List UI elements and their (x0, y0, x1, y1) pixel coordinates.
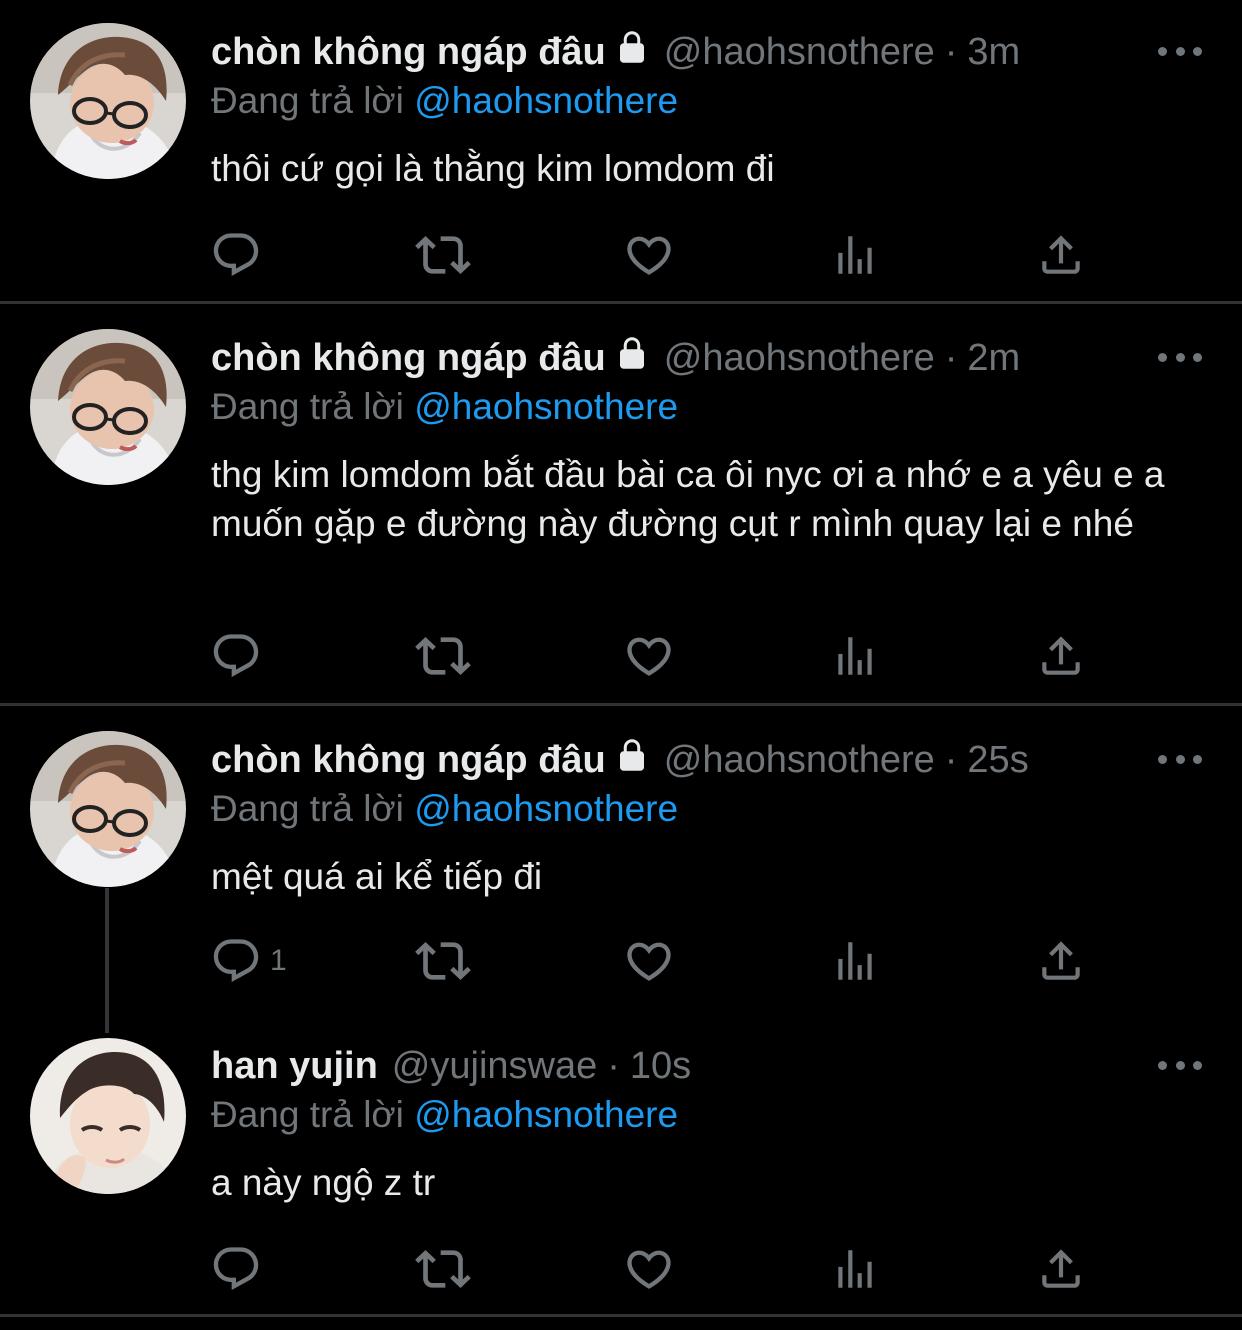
retweet-icon (415, 1241, 471, 1297)
tweet-text: mệt quá ai kể tiếp đi (211, 856, 543, 897)
tweet-text: thg kim lomdom bắt đầu bài ca ôi nyc ơi … (211, 454, 1165, 544)
reply-icon (210, 229, 262, 281)
tweet-header: han yujin @yujinswae · 10s (211, 1036, 691, 1096)
analytics-icon (830, 936, 880, 986)
display-name[interactable]: chòn không ngáp đâu (211, 337, 606, 380)
separator-dot: · (944, 336, 958, 379)
replying-to: Đang trả lời @haohsnothere (211, 1094, 678, 1136)
like-button[interactable] (623, 936, 675, 986)
action-bar: 1 (210, 936, 1090, 986)
retweet-icon (415, 227, 471, 283)
separator-dot: · (944, 30, 958, 73)
retweet-button[interactable] (415, 936, 471, 986)
replying-to: Đang trả lời @haohsnothere (211, 80, 678, 122)
share-icon (1036, 1244, 1086, 1294)
analytics-button[interactable] (830, 631, 880, 681)
like-icon (623, 630, 675, 682)
reply-button[interactable] (210, 1244, 262, 1294)
tweet-header: chòn không ngáp đâu @haohsnothere · 25s (211, 730, 1029, 790)
replying-label: Đang trả lời (211, 788, 404, 829)
user-handle[interactable]: @haohsnothere (664, 739, 935, 782)
analytics-button[interactable] (830, 230, 880, 280)
user-handle[interactable]: @haohsnothere (664, 31, 935, 74)
separator-dot: · (607, 1044, 620, 1087)
reply-mention-link[interactable]: @haohsnothere (414, 788, 678, 829)
share-button[interactable] (1036, 230, 1086, 280)
share-button[interactable] (1036, 1244, 1086, 1294)
display-name[interactable]: han yujin (211, 1045, 378, 1088)
reply-button[interactable] (210, 230, 262, 280)
share-icon (1036, 936, 1086, 986)
display-name[interactable]: chòn không ngáp đâu (211, 31, 606, 74)
more-options-icon[interactable] (1158, 1055, 1202, 1075)
lock-icon (614, 737, 650, 783)
action-bar (210, 631, 1090, 681)
analytics-button[interactable] (830, 936, 880, 986)
reply-mention-link[interactable]: @haohsnothere (414, 80, 678, 121)
tweet-header: chòn không ngáp đâu @haohsnothere · 2m (211, 328, 1020, 388)
replying-label: Đang trả lời (211, 1094, 404, 1135)
separator-dot: · (944, 738, 958, 781)
avatar[interactable] (30, 23, 186, 179)
tweet[interactable]: chòn không ngáp đâu @haohsnothere · 2m Đ… (0, 304, 1242, 704)
tweet[interactable]: chòn không ngáp đâu @haohsnothere · 3m Đ… (0, 0, 1242, 302)
replying-to: Đang trả lời @haohsnothere (211, 386, 678, 428)
user-handle[interactable]: @haohsnothere (664, 337, 935, 380)
share-button[interactable] (1036, 631, 1086, 681)
tweet-text: thôi cứ gọi là thằng kim lomdom đi (211, 148, 775, 189)
display-name[interactable]: chòn không ngáp đâu (211, 739, 606, 782)
timestamp[interactable]: 3m (967, 31, 1020, 74)
tweet-text: a này ngộ z tr (211, 1162, 436, 1203)
reply-mention-link[interactable]: @haohsnothere (414, 1094, 678, 1135)
action-bar (210, 230, 1090, 280)
user-handle[interactable]: @yujinswae (392, 1045, 597, 1088)
avatar[interactable] (30, 731, 186, 887)
tweet[interactable]: han yujin @yujinswae · 10s Đang trả lời … (0, 1016, 1242, 1316)
share-icon (1036, 631, 1086, 681)
like-icon (623, 935, 675, 987)
share-icon (1036, 230, 1086, 280)
reply-button[interactable]: 1 (210, 936, 287, 986)
tweet-header: chòn không ngáp đâu @haohsnothere · 3m (211, 22, 1020, 82)
replying-label: Đang trả lời (211, 80, 404, 121)
retweet-icon (415, 628, 471, 684)
like-icon (623, 1243, 675, 1295)
reply-icon (210, 630, 262, 682)
replying-label: Đang trả lời (211, 386, 404, 427)
analytics-icon (830, 230, 880, 280)
retweet-button[interactable] (415, 230, 471, 280)
analytics-button[interactable] (830, 1244, 880, 1294)
more-options-icon[interactable] (1158, 41, 1202, 61)
action-bar (210, 1244, 1090, 1294)
reply-icon (210, 935, 262, 987)
timestamp[interactable]: 2m (967, 337, 1020, 380)
lock-icon (614, 335, 650, 381)
reply-icon (210, 1243, 262, 1295)
share-button[interactable] (1036, 936, 1086, 986)
analytics-icon (830, 631, 880, 681)
retweet-icon (415, 933, 471, 989)
divider (0, 1314, 1242, 1317)
replying-to: Đang trả lời @haohsnothere (211, 788, 678, 830)
lock-icon (614, 29, 650, 75)
reply-mention-link[interactable]: @haohsnothere (414, 386, 678, 427)
retweet-button[interactable] (415, 1244, 471, 1294)
retweet-button[interactable] (415, 631, 471, 681)
like-icon (623, 229, 675, 281)
like-button[interactable] (623, 230, 675, 280)
timestamp[interactable]: 25s (967, 739, 1028, 782)
like-button[interactable] (623, 1244, 675, 1294)
avatar[interactable] (30, 329, 186, 485)
like-button[interactable] (623, 631, 675, 681)
timestamp[interactable]: 10s (630, 1045, 691, 1088)
tweet[interactable]: chòn không ngáp đâu @haohsnothere · 25s … (0, 706, 1242, 1016)
analytics-icon (830, 1244, 880, 1294)
avatar[interactable] (30, 1038, 186, 1194)
reply-button[interactable] (210, 631, 262, 681)
reply-count: 1 (270, 944, 287, 977)
more-options-icon[interactable] (1158, 749, 1202, 769)
more-options-icon[interactable] (1158, 347, 1202, 367)
